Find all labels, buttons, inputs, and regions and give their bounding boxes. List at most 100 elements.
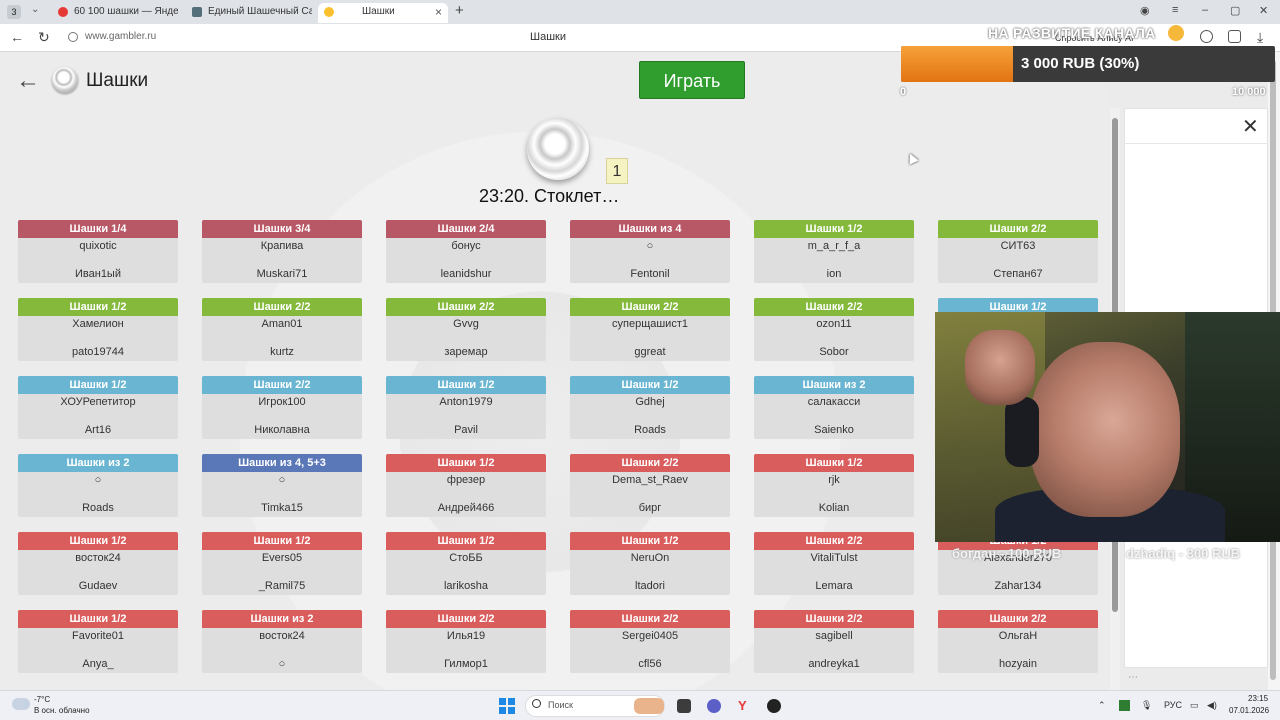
windows-start-icon[interactable] bbox=[499, 698, 515, 714]
game-card[interactable]: Шашки 1/2 rjk Kolian bbox=[754, 454, 914, 517]
game-player-two: Степан67 bbox=[993, 268, 1043, 280]
game-card[interactable]: Шашки из 2 восток24 ○ bbox=[202, 610, 362, 673]
game-card[interactable]: Шашки 2/2 суперщашист1 ggreat bbox=[570, 298, 730, 361]
tab-label: Единый Шашечный Сайт bbox=[208, 6, 312, 17]
back-arrow-icon[interactable]: ← bbox=[16, 67, 40, 95]
game-card[interactable]: Шашки 1/2 СтоББ larikosha bbox=[386, 532, 546, 595]
game-player-two: бирг bbox=[638, 502, 662, 514]
weather-cloud-icon[interactable] bbox=[12, 698, 30, 710]
game-card[interactable]: Шашки 2/2 Aman01 kurtz bbox=[202, 298, 362, 361]
game-player-one: Dema_st_Raev bbox=[612, 474, 688, 486]
game-card-title: Шашки 2/2 bbox=[570, 454, 730, 472]
game-player-one: sagibell bbox=[815, 630, 853, 642]
maximize-icon[interactable]: ▢ bbox=[1230, 4, 1240, 17]
back-icon[interactable]: ← bbox=[10, 29, 24, 45]
download-icon[interactable]: ⤓ bbox=[1257, 29, 1263, 46]
game-card[interactable]: Шашки 2/2 Игрок100 Николавна bbox=[202, 376, 362, 439]
file-explorer-icon[interactable] bbox=[677, 699, 691, 713]
close-window-icon[interactable]: ✕ bbox=[1259, 4, 1268, 17]
game-card[interactable]: Шашки 2/2 Sergei0405 cfl56 bbox=[570, 610, 730, 673]
game-card-title: Шашки 1/2 bbox=[570, 532, 730, 550]
play-button[interactable]: Играть bbox=[639, 61, 745, 99]
tab-shashki[interactable]: Шашки × bbox=[318, 3, 448, 23]
tab-unified-checkers[interactable]: Единый Шашечный Сайт bbox=[186, 3, 312, 23]
game-card[interactable]: Шашки 2/2 ozon11 Sobor bbox=[754, 298, 914, 361]
game-card[interactable]: Шашки 1/2 Хамелион pato19744 bbox=[18, 298, 178, 361]
game-card[interactable]: Шашки 1/4 quixotic Иван1ый bbox=[18, 220, 178, 283]
game-card-title: Шашки 2/2 bbox=[386, 610, 546, 628]
game-card-title: Шашки 1/2 bbox=[570, 376, 730, 394]
game-card[interactable]: Шашки 2/2 Илья19 Гилмор1 bbox=[386, 610, 546, 673]
game-player-one: бонус bbox=[451, 240, 481, 252]
profile-icon[interactable]: ◉ bbox=[1140, 4, 1150, 17]
game-card[interactable]: Шашки из 2 ○ Roads bbox=[18, 454, 178, 517]
game-card[interactable]: Шашки 1/2 Evers05 _Ramil75 bbox=[202, 532, 362, 595]
tab-count-badge[interactable]: 3 bbox=[7, 5, 21, 19]
microphone-icon[interactable]: 🎙 bbox=[1141, 700, 1152, 711]
address-page-title: Шашки bbox=[530, 31, 566, 43]
chevron-down-icon[interactable]: ⌄ bbox=[31, 4, 39, 15]
game-player-one: Gdhej bbox=[635, 396, 665, 408]
close-tab-icon[interactable]: × bbox=[435, 3, 442, 21]
weather-description[interactable]: В осн. облачно bbox=[34, 706, 90, 715]
webcam-person bbox=[965, 330, 1035, 405]
game-player-one: Хамелион bbox=[72, 318, 124, 330]
game-player-one: Крапива bbox=[260, 240, 304, 252]
tab-yandex[interactable]: 60 100 шашки — Яндекс: bbox=[52, 3, 178, 23]
game-card[interactable]: Шашки 2/2 Dema_st_Raev бирг bbox=[570, 454, 730, 517]
game-card[interactable]: Шашки 3/4 Крапива Muskari71 bbox=[202, 220, 362, 283]
game-card[interactable]: Шашки 2/2 VitaliTulst Lemara bbox=[754, 532, 914, 595]
game-card[interactable]: Шашки 2/2 Gvvg заремар bbox=[386, 298, 546, 361]
close-icon[interactable]: ✕ bbox=[1242, 114, 1259, 139]
language-indicator[interactable]: РУС bbox=[1164, 700, 1182, 710]
clock-time[interactable]: 23:15 bbox=[1248, 694, 1268, 703]
minimize-icon[interactable]: – bbox=[1202, 4, 1208, 16]
game-card-title: Шашки из 2 bbox=[754, 376, 914, 394]
game-card[interactable]: Шашки 2/2 ОльгаН hozyain bbox=[938, 610, 1098, 673]
menu-icon[interactable]: ≡ bbox=[1172, 4, 1178, 16]
tournament-title[interactable]: 23:20. Стоклет… bbox=[479, 186, 619, 207]
game-card[interactable]: Шашки 1/2 восток24 Gudaev bbox=[18, 532, 178, 595]
yandex-browser-icon[interactable]: Y bbox=[738, 699, 752, 713]
clock-date[interactable]: 07.01.2026 bbox=[1229, 706, 1269, 715]
game-player-two: Pavil bbox=[454, 424, 478, 436]
tournament-checker-icon[interactable] bbox=[527, 118, 589, 180]
game-card[interactable]: Шашки 2/2 sagibell andreyka1 bbox=[754, 610, 914, 673]
game-card-title: Шашки из 2 bbox=[202, 610, 362, 628]
new-tab-button[interactable]: + bbox=[455, 2, 464, 19]
game-card[interactable]: Шашки 1/2 ХОУРепетитор Art16 bbox=[18, 376, 178, 439]
game-card-title: Шашки из 4, 5+3 bbox=[202, 454, 362, 472]
volume-icon[interactable]: ◀) bbox=[1207, 700, 1217, 711]
game-card[interactable]: Шашки 1/2 Anton1979 Pavil bbox=[386, 376, 546, 439]
game-card-title: Шашки 1/2 bbox=[386, 454, 546, 472]
game-card[interactable]: Шашки 1/2 Gdhej Roads bbox=[570, 376, 730, 439]
weather-temperature[interactable]: -7°C bbox=[34, 695, 50, 704]
tray-app-icon[interactable] bbox=[1119, 700, 1130, 711]
extensions-icon[interactable] bbox=[1228, 30, 1241, 43]
site-info-icon[interactable] bbox=[68, 32, 78, 42]
play-media-icon[interactable] bbox=[1200, 30, 1213, 43]
game-card[interactable]: Шашки 1/2 m_a_r_f_a ion bbox=[754, 220, 914, 283]
more-icon[interactable]: ⋯ bbox=[1128, 672, 1138, 683]
game-card[interactable]: Шашки из 4 ○ Fentonil bbox=[570, 220, 730, 283]
tray-overflow-icon[interactable]: ⌃ bbox=[1098, 700, 1106, 711]
game-card[interactable]: Шашки 1/2 Favorite01 Anya_ bbox=[18, 610, 178, 673]
game-player-one: ОльгаН bbox=[998, 630, 1038, 642]
game-card[interactable]: Шашки 1/2 фрезер Андрей466 bbox=[386, 454, 546, 517]
game-card-title: Шашки 1/4 bbox=[18, 220, 178, 238]
teams-icon[interactable] bbox=[707, 699, 721, 713]
game-card[interactable]: Шашки 2/4 бонус leanidshur bbox=[386, 220, 546, 283]
game-card[interactable]: Шашки 2/2 СИТ63 Степан67 bbox=[938, 220, 1098, 283]
game-card[interactable]: Шашки 1/2 NeruOn ltadori bbox=[570, 532, 730, 595]
donation-alert-right: dzhadiq - 300 RUB bbox=[1126, 546, 1241, 561]
game-card-title: Шашки 1/2 bbox=[754, 220, 914, 238]
reload-icon[interactable]: ↻ bbox=[38, 29, 50, 46]
obs-icon[interactable] bbox=[767, 699, 781, 713]
network-icon[interactable]: ▭ bbox=[1190, 700, 1199, 711]
game-player-two: Gudaev bbox=[78, 580, 118, 592]
game-card[interactable]: Шашки из 4, 5+3 ○ Timka15 bbox=[202, 454, 362, 517]
gambler-favicon-icon bbox=[324, 7, 334, 17]
donation-bar-max: 10 000 bbox=[1232, 86, 1266, 98]
url-field[interactable]: www.gambler.ru bbox=[85, 31, 156, 42]
game-card[interactable]: Шашки из 2 салакасси Saienko bbox=[754, 376, 914, 439]
